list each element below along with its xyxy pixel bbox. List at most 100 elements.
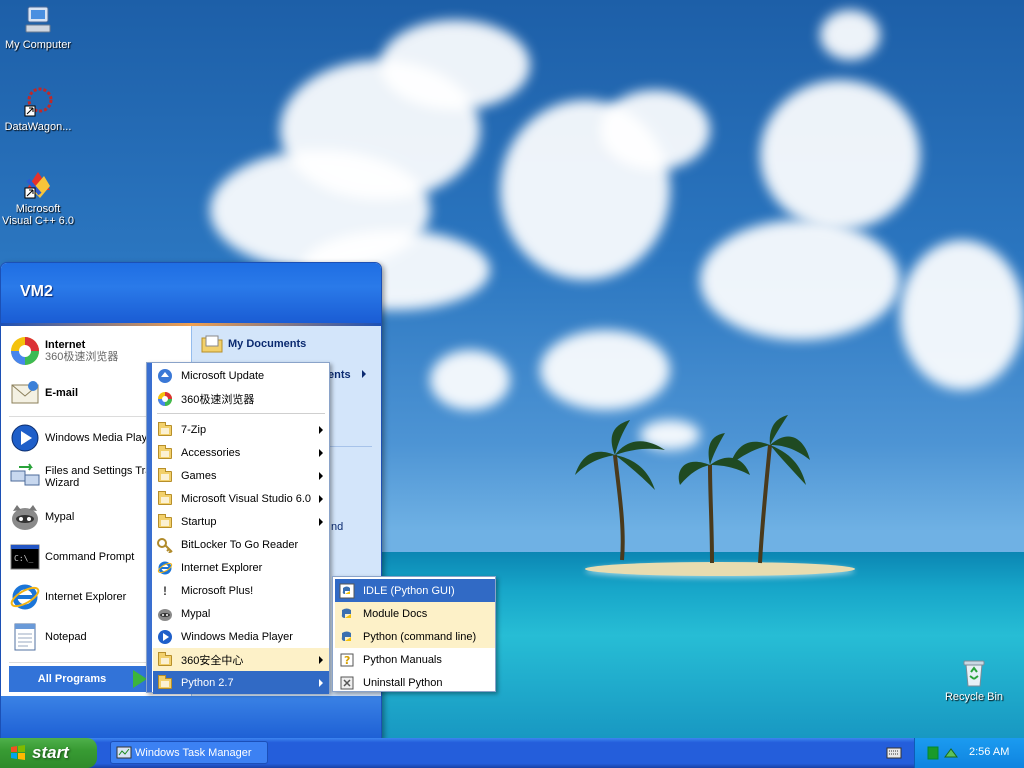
wallpaper-cloud (760, 80, 920, 230)
palm-trees-image (575, 415, 810, 564)
programs-menu: Microsoft Update 360极速浏览器 7-Zip Accessor… (146, 362, 330, 694)
program-360-browser[interactable]: 360极速浏览器 (153, 387, 329, 410)
menu-item-label: Mypal (181, 607, 211, 620)
pinned-item-sublabel: 360极速浏览器 (45, 351, 119, 363)
chevron-right-icon (319, 426, 323, 434)
menu-item-label: Windows Media Player (181, 630, 293, 643)
menu-item-label: Module Docs (363, 607, 428, 620)
program-folder-360-security[interactable]: 360安全中心 (153, 648, 329, 671)
program-folder-7zip[interactable]: 7-Zip (153, 418, 329, 441)
wallpaper-cloud (380, 20, 530, 110)
menu-stripe (147, 363, 152, 692)
desktop-icon-visual-cpp[interactable]: Microsoft Visual C++ 6.0 (0, 168, 76, 227)
chevron-right-icon (319, 656, 323, 664)
program-media-player[interactable]: Windows Media Player (153, 625, 329, 648)
menu-item-label: Internet Explorer (181, 561, 263, 574)
program-folder-games[interactable]: Games (153, 464, 329, 487)
python-idle[interactable]: IDLE (Python GUI) (335, 579, 495, 602)
menu-item-label: IDLE (Python GUI) (363, 584, 455, 597)
recent-documents-link[interactable]: ents (328, 369, 366, 381)
folder-icon (157, 651, 173, 668)
keyboard-icon[interactable] (886, 746, 902, 763)
program-folder-python27[interactable]: Python 2.7 (153, 671, 329, 694)
chevron-right-icon (319, 679, 323, 687)
desktop-icon-datawagon[interactable]: DataWagon... (0, 86, 76, 133)
clock[interactable]: 2:56 AM (969, 746, 1009, 758)
recent-item-label: Internet Explorer (45, 591, 127, 603)
menu-item-label: Python 2.7 (181, 676, 234, 689)
system-tray: 2:56 AM (914, 738, 1024, 768)
email-icon (9, 377, 41, 409)
python-manuals[interactable]: ? Python Manuals (335, 648, 495, 671)
module-docs-icon (339, 606, 355, 622)
my-documents-link[interactable]: My Documents (200, 332, 306, 356)
menu-item-label: Games (181, 469, 217, 482)
chevron-right-icon (319, 472, 323, 480)
python-module-docs[interactable]: Module Docs (335, 602, 495, 625)
run-link[interactable]: nd (331, 521, 343, 533)
desktop-icon-label: Recycle Bin (944, 691, 1004, 703)
menu-separator (157, 413, 325, 414)
task-manager-icon (116, 746, 132, 759)
taskbar-button-task-manager[interactable]: Windows Task Manager (110, 741, 268, 764)
folder-icon (157, 467, 173, 484)
folder-icon (157, 444, 173, 461)
folder-icon (157, 490, 173, 507)
media-player-icon (157, 629, 173, 645)
menu-item-label: 360安全中心 (181, 654, 244, 667)
svg-text:?: ? (344, 654, 350, 667)
all-programs-button[interactable]: All Programs (9, 666, 149, 692)
microsoft-update-icon (157, 368, 173, 384)
computer-icon (22, 4, 54, 36)
idle-icon (339, 583, 355, 599)
start-label: start (32, 743, 69, 762)
transfer-wizard-icon (9, 461, 41, 493)
my-documents-label: My Documents (228, 338, 307, 350)
program-internet-explorer[interactable]: Internet Explorer (153, 556, 329, 579)
pinned-item-label: Internet (45, 339, 86, 351)
program-microsoft-update[interactable]: Microsoft Update (153, 364, 329, 387)
menu-item-label: Python (command line) (363, 630, 477, 643)
program-microsoft-plus[interactable]: ! Microsoft Plus! (153, 579, 329, 602)
program-folder-visual-studio[interactable]: Microsoft Visual Studio 6.0 (153, 487, 329, 510)
program-mypal[interactable]: Mypal (153, 602, 329, 625)
browser-360-icon (9, 335, 41, 367)
folder-icon (157, 513, 173, 530)
mypal-icon (9, 501, 41, 533)
python-uninstall[interactable]: Uninstall Python (335, 671, 495, 694)
recycle-bin-icon (958, 656, 990, 688)
menu-item-label: Uninstall Python (363, 676, 443, 689)
desktop-icon-my-computer[interactable]: My Computer (0, 4, 76, 51)
wallpaper-cloud (700, 220, 900, 340)
command-prompt-icon: C:\_ (9, 541, 41, 573)
desktop-icon-label: DataWagon... (4, 121, 72, 133)
folder-documents-icon (201, 335, 223, 353)
wallpaper-cloud (540, 330, 670, 410)
start-button[interactable]: start (0, 738, 97, 768)
menu-item-label: Python Manuals (363, 653, 442, 666)
program-folder-accessories[interactable]: Accessories (153, 441, 329, 464)
network-status-icon[interactable] (927, 746, 939, 760)
chevron-right-icon (319, 449, 323, 457)
menu-item-label: BitLocker To Go Reader (181, 538, 299, 551)
python-command-line[interactable]: Python (command line) (335, 625, 495, 648)
browser-360-icon (157, 391, 173, 407)
program-bitlocker-reader[interactable]: BitLocker To Go Reader (153, 533, 329, 556)
menu-item-label: Startup (181, 515, 217, 528)
start-menu-footer (1, 696, 381, 739)
desktop-icon-label: My Computer (4, 39, 72, 51)
safely-remove-icon[interactable] (943, 745, 959, 761)
bitlocker-icon (157, 537, 173, 554)
wallpaper-cloud (600, 90, 710, 170)
windows-flag-icon (11, 745, 25, 760)
svg-text:C:\_: C:\_ (14, 554, 33, 563)
notepad-icon (9, 621, 41, 653)
menu-item-label: Microsoft Update (181, 369, 265, 382)
python-menu: IDLE (Python GUI) Module Docs Python (co… (332, 576, 496, 692)
desktop-icon-recycle-bin[interactable]: Recycle Bin (936, 656, 1012, 703)
recent-item-label: Mypal (45, 511, 75, 523)
chevron-right-icon (319, 518, 323, 526)
folder-icon (157, 421, 173, 438)
program-folder-startup[interactable]: Startup (153, 510, 329, 533)
folder-icon (157, 674, 173, 691)
